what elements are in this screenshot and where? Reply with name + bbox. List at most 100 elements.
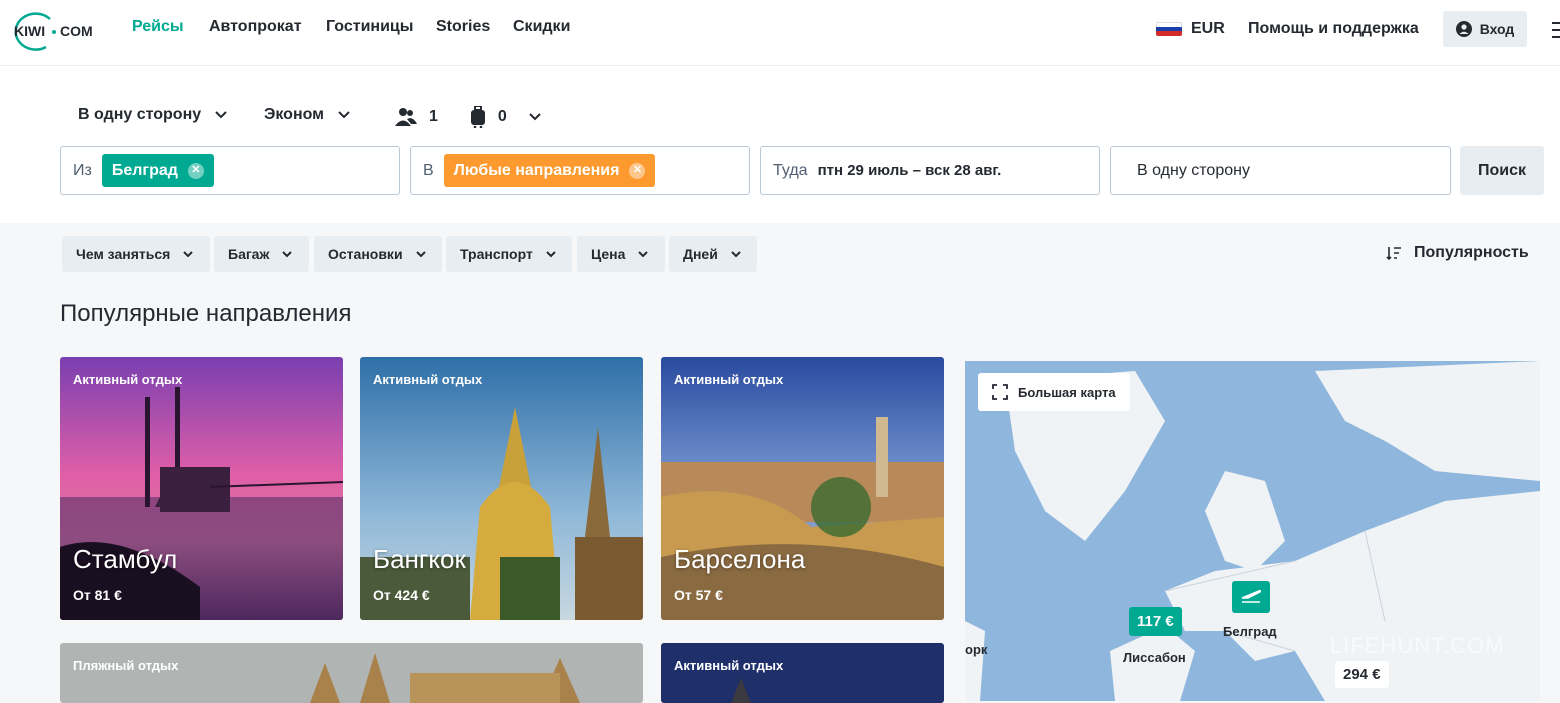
filter-label: Дней xyxy=(683,246,718,262)
cabin-label: Эконом xyxy=(264,106,325,123)
return-value: В одну сторону xyxy=(1137,161,1250,179)
barcelona-photo xyxy=(661,357,944,620)
hamburger-menu-icon[interactable] xyxy=(1552,22,1560,43)
currency-selector[interactable]: EUR xyxy=(1191,20,1225,38)
price-pin-lisbon[interactable]: 117 € xyxy=(1129,607,1182,636)
map-label-belgrade: Белград xyxy=(1223,624,1277,639)
cabin-dropdown[interactable]: Эконом xyxy=(264,106,350,124)
filter-label: Транспорт xyxy=(460,246,533,262)
filter-label: Багаж xyxy=(228,246,270,262)
remove-chip-icon[interactable]: ✕ xyxy=(629,162,646,179)
chevron-down-icon xyxy=(282,251,293,258)
sort-button[interactable]: Популярность xyxy=(1386,244,1529,262)
filter-days[interactable]: Дней xyxy=(669,236,757,272)
to-chip[interactable]: Любые направления ✕ xyxy=(443,154,656,187)
card-category: Активный отдых xyxy=(674,658,784,673)
from-field[interactable]: Из Белград ✕ xyxy=(60,146,400,195)
card-price: От 57 € xyxy=(674,587,723,603)
plane-takeoff-icon xyxy=(1241,589,1262,603)
nav-flights[interactable]: Рейсы xyxy=(132,18,184,36)
passengers-count: 1 xyxy=(429,108,438,125)
destination-card-istanbul[interactable]: Активный отдых Стамбул От 81 € xyxy=(60,357,343,620)
remove-chip-icon[interactable]: ✕ xyxy=(187,162,204,179)
return-date-field[interactable]: В одну сторону xyxy=(1110,146,1451,195)
trip-type-dropdown[interactable]: В одну сторону xyxy=(78,106,227,124)
nav-stories[interactable]: Stories xyxy=(436,18,490,36)
departure-date-field[interactable]: Туда птн 29 июль – вск 28 авг. xyxy=(760,146,1100,195)
watermark: LIFEHUNT.COM xyxy=(1330,633,1505,658)
passengers-bags-dropdown[interactable]: 1 0 xyxy=(395,106,541,128)
destination-card-bangkok[interactable]: Активный отдых Бангкок От 424 € xyxy=(360,357,643,620)
filter-transport[interactable]: Транспорт xyxy=(446,236,572,272)
card-price: От 424 € xyxy=(373,587,430,603)
to-field[interactable]: В Любые направления ✕ xyxy=(410,146,750,195)
logo-text-right: COM xyxy=(60,23,93,39)
expand-icon xyxy=(992,384,1008,400)
login-label: Вход xyxy=(1479,21,1515,37)
card-city: Стамбул xyxy=(73,544,178,574)
chevron-down-icon xyxy=(546,251,556,258)
sort-label: Популярность xyxy=(1414,244,1529,261)
origin-pin-belgrade[interactable] xyxy=(1232,581,1270,613)
istanbul-photo xyxy=(60,357,343,620)
card-category: Активный отдых xyxy=(73,372,183,387)
filter-stops[interactable]: Остановки xyxy=(314,236,442,272)
map-label-york: орк xyxy=(965,642,988,657)
chevron-down-icon xyxy=(215,111,227,119)
filter-baggage[interactable]: Багаж xyxy=(214,236,309,272)
luggage-icon xyxy=(470,106,485,128)
beach-photo xyxy=(60,643,643,703)
login-button[interactable]: Вход xyxy=(1443,11,1527,47)
bags-count: 0 xyxy=(497,108,507,125)
big-map-label: Большая карта xyxy=(1018,384,1116,400)
nav-car-rental[interactable]: Автопрокат xyxy=(209,18,302,36)
from-chip-label: Белград xyxy=(111,161,178,179)
bangkok-photo xyxy=(360,357,643,620)
search-panel: В одну сторону Эконом 1 0 Из Белград ✕ В… xyxy=(0,66,1560,223)
map-label-lisbon: Лиссабон xyxy=(1123,650,1186,665)
big-map-button[interactable]: Большая карта xyxy=(978,373,1130,411)
sort-icon xyxy=(1386,247,1401,260)
filter-label: Чем заняться xyxy=(76,246,171,262)
top-bar: KIWI COM Рейсы Автопрокат Гостиницы Stor… xyxy=(0,0,1560,66)
destination-card-active[interactable]: Активный отдых xyxy=(661,643,944,703)
to-label: В xyxy=(423,161,434,179)
help-link[interactable]: Помощь и поддержка xyxy=(1248,20,1419,38)
card-price: От 81 € xyxy=(73,587,122,603)
to-chip-label: Любые направления xyxy=(453,161,620,179)
from-chip[interactable]: Белград ✕ xyxy=(101,154,214,187)
filter-bar: Чем заняться Багаж Остановки Транспорт Ц… xyxy=(0,236,1560,272)
chevron-down-icon xyxy=(638,251,649,258)
section-title: Популярные направления xyxy=(60,300,352,327)
filter-label: Цена xyxy=(591,246,626,262)
active-photo xyxy=(661,643,944,703)
logo-text-left: KIWI xyxy=(14,23,45,39)
card-city: Барселона xyxy=(674,544,806,574)
filter-label: Остановки xyxy=(328,246,403,262)
filter-price[interactable]: Цена xyxy=(577,236,665,272)
russia-flag-icon[interactable] xyxy=(1156,22,1182,36)
departure-dates-value: птн 29 июль – вск 28 авг. xyxy=(817,162,1002,179)
from-label: Из xyxy=(73,161,92,179)
nav-hotels[interactable]: Гостиницы xyxy=(326,18,413,36)
chevron-down-icon xyxy=(183,251,194,258)
card-category: Активный отдых xyxy=(373,372,483,387)
nav-deals[interactable]: Скидки xyxy=(513,18,570,36)
search-button[interactable]: Поиск xyxy=(1460,146,1544,195)
chevron-down-icon xyxy=(731,251,741,258)
card-category: Пляжный отдых xyxy=(73,658,179,673)
trip-type-label: В одну сторону xyxy=(78,106,202,123)
destination-card-beach[interactable]: Пляжный отдых xyxy=(60,643,643,703)
card-category: Активный отдых xyxy=(674,372,784,387)
departure-label: Туда xyxy=(773,161,808,179)
kiwi-logo[interactable]: KIWI COM xyxy=(6,9,102,55)
filter-activities[interactable]: Чем заняться xyxy=(62,236,210,272)
passengers-icon xyxy=(395,108,417,126)
price-pin-294[interactable]: 294 € xyxy=(1335,661,1389,688)
chevron-down-icon xyxy=(338,111,350,119)
destination-card-barcelona[interactable]: Активный отдых Барселона От 57 € xyxy=(661,357,944,620)
card-city: Бангкок xyxy=(373,544,466,574)
user-icon xyxy=(1455,21,1472,37)
chevron-down-icon xyxy=(529,113,541,121)
chevron-down-icon xyxy=(415,251,426,258)
